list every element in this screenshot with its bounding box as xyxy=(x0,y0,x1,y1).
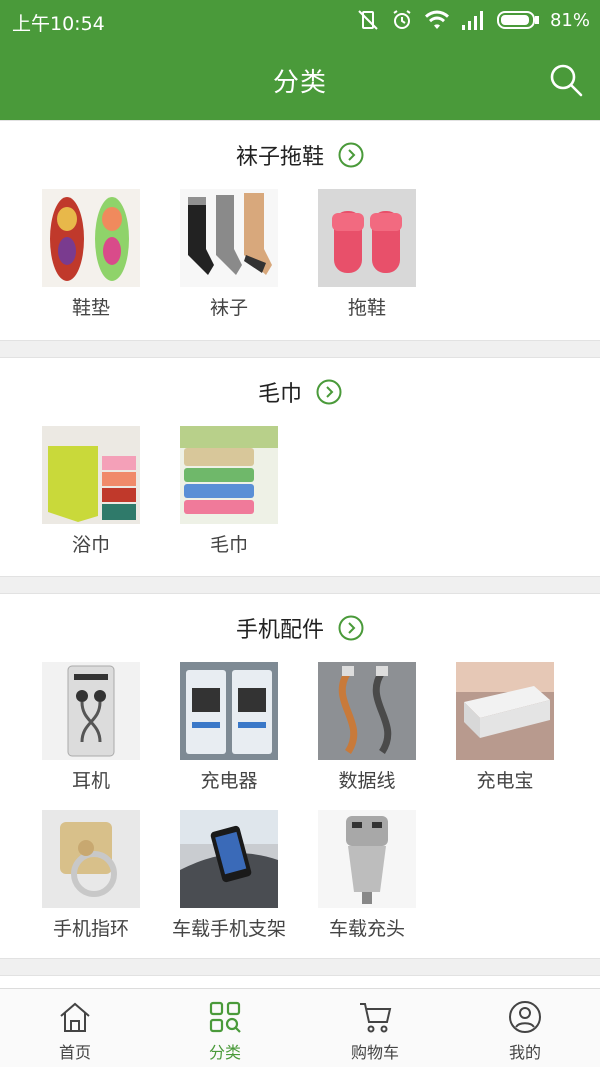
home-icon xyxy=(60,1002,90,1032)
item-label: 车载充头 xyxy=(328,918,405,940)
category-item-data-cable[interactable]: 数据线 xyxy=(318,662,456,810)
status-time: 上午10:54 xyxy=(12,13,105,35)
bath-towel-image xyxy=(42,426,140,524)
chevron-right-circle-icon[interactable] xyxy=(338,615,364,641)
slippers-image xyxy=(318,189,416,287)
data-cable-image xyxy=(318,662,416,760)
category-section-towels: 毛巾 浴巾 毛巾 xyxy=(0,357,600,577)
car-phone-holder-image xyxy=(180,810,278,908)
tab-cart[interactable]: 购物车 xyxy=(300,989,450,1067)
item-label: 浴巾 xyxy=(71,534,110,556)
socks-image xyxy=(180,189,278,287)
tab-label: 分类 xyxy=(208,1043,241,1062)
phone-ring-image xyxy=(42,810,140,908)
tab-label: 我的 xyxy=(508,1043,541,1062)
vibrate-off-icon xyxy=(358,10,378,30)
category-item-bath-towel[interactable]: 浴巾 xyxy=(42,426,180,574)
search-icon[interactable] xyxy=(548,62,584,98)
signal-icon xyxy=(461,11,483,30)
category-list[interactable]: 袜子拖鞋 鞋垫 袜子 拖鞋 毛巾 浴巾 毛巾 手机配件 耳机 充电器 数据线 充… xyxy=(0,120,600,988)
battery-icon xyxy=(496,11,539,29)
section-header[interactable]: 毛巾 xyxy=(0,358,600,426)
towel-image xyxy=(180,426,278,524)
user-icon xyxy=(509,1001,541,1033)
item-label: 鞋垫 xyxy=(71,297,110,319)
tab-profile[interactable]: 我的 xyxy=(450,989,600,1067)
item-label: 车载手机支架 xyxy=(171,918,286,940)
item-label: 数据线 xyxy=(338,770,396,792)
item-label: 毛巾 xyxy=(209,534,248,556)
status-icons: 81% xyxy=(356,8,590,32)
cart-icon xyxy=(360,1003,392,1033)
category-item-insoles[interactable]: 鞋垫 xyxy=(42,189,180,337)
category-item-charger[interactable]: 充电器 xyxy=(180,662,318,810)
category-item-slippers[interactable]: 拖鞋 xyxy=(318,189,456,337)
section-header[interactable]: 手机配件 xyxy=(0,594,600,662)
category-section-phone-accessories: 手机配件 耳机 充电器 数据线 充电宝 手机指环 车载手机支架 车载充头 xyxy=(0,593,600,959)
car-charger-image xyxy=(318,810,416,908)
section-title: 袜子拖鞋 xyxy=(235,145,324,170)
status-bar: 上午10:54 81% xyxy=(0,0,600,42)
section-header[interactable]: 袜子拖鞋 xyxy=(0,121,600,189)
alarm-icon xyxy=(393,10,411,29)
category-item-socks[interactable]: 袜子 xyxy=(180,189,318,337)
bottom-tab-bar: 首页 分类 购物车 我的 xyxy=(0,988,600,1067)
category-section-socks-slippers: 袜子拖鞋 鞋垫 袜子 拖鞋 xyxy=(0,120,600,341)
item-label: 手机指环 xyxy=(52,918,129,940)
charger-image xyxy=(180,662,278,760)
insoles-image xyxy=(42,189,140,287)
item-label: 充电器 xyxy=(200,770,258,792)
tab-label: 购物车 xyxy=(350,1043,399,1062)
item-label: 拖鞋 xyxy=(347,297,386,319)
item-label: 充电宝 xyxy=(476,770,534,792)
earphones-image xyxy=(42,662,140,760)
category-item-towel[interactable]: 毛巾 xyxy=(180,426,318,574)
battery-percent: 81% xyxy=(549,9,590,31)
section-title: 手机配件 xyxy=(235,618,324,643)
wifi-icon xyxy=(424,10,449,29)
item-label: 袜子 xyxy=(209,297,248,319)
power-bank-image xyxy=(456,662,554,760)
category-item-car-phone-holder[interactable]: 车载手机支架 xyxy=(172,810,318,958)
chevron-right-circle-icon[interactable] xyxy=(338,142,364,168)
tab-home[interactable]: 首页 xyxy=(0,989,150,1067)
category-icon xyxy=(209,1001,241,1033)
category-section-partial xyxy=(0,975,600,988)
tab-category[interactable]: 分类 xyxy=(150,989,300,1067)
category-item-power-bank[interactable]: 充电宝 xyxy=(456,662,594,810)
tab-label: 首页 xyxy=(58,1043,91,1062)
category-item-earphones[interactable]: 耳机 xyxy=(42,662,180,810)
category-item-phone-ring[interactable]: 手机指环 xyxy=(42,810,180,958)
section-title: 毛巾 xyxy=(257,382,302,407)
app-bar: 分类 xyxy=(0,42,600,120)
page-title: 分类 xyxy=(272,68,327,98)
item-label: 耳机 xyxy=(71,770,110,792)
chevron-right-circle-icon[interactable] xyxy=(316,379,342,405)
category-item-car-charger[interactable]: 车载充头 xyxy=(318,810,456,958)
